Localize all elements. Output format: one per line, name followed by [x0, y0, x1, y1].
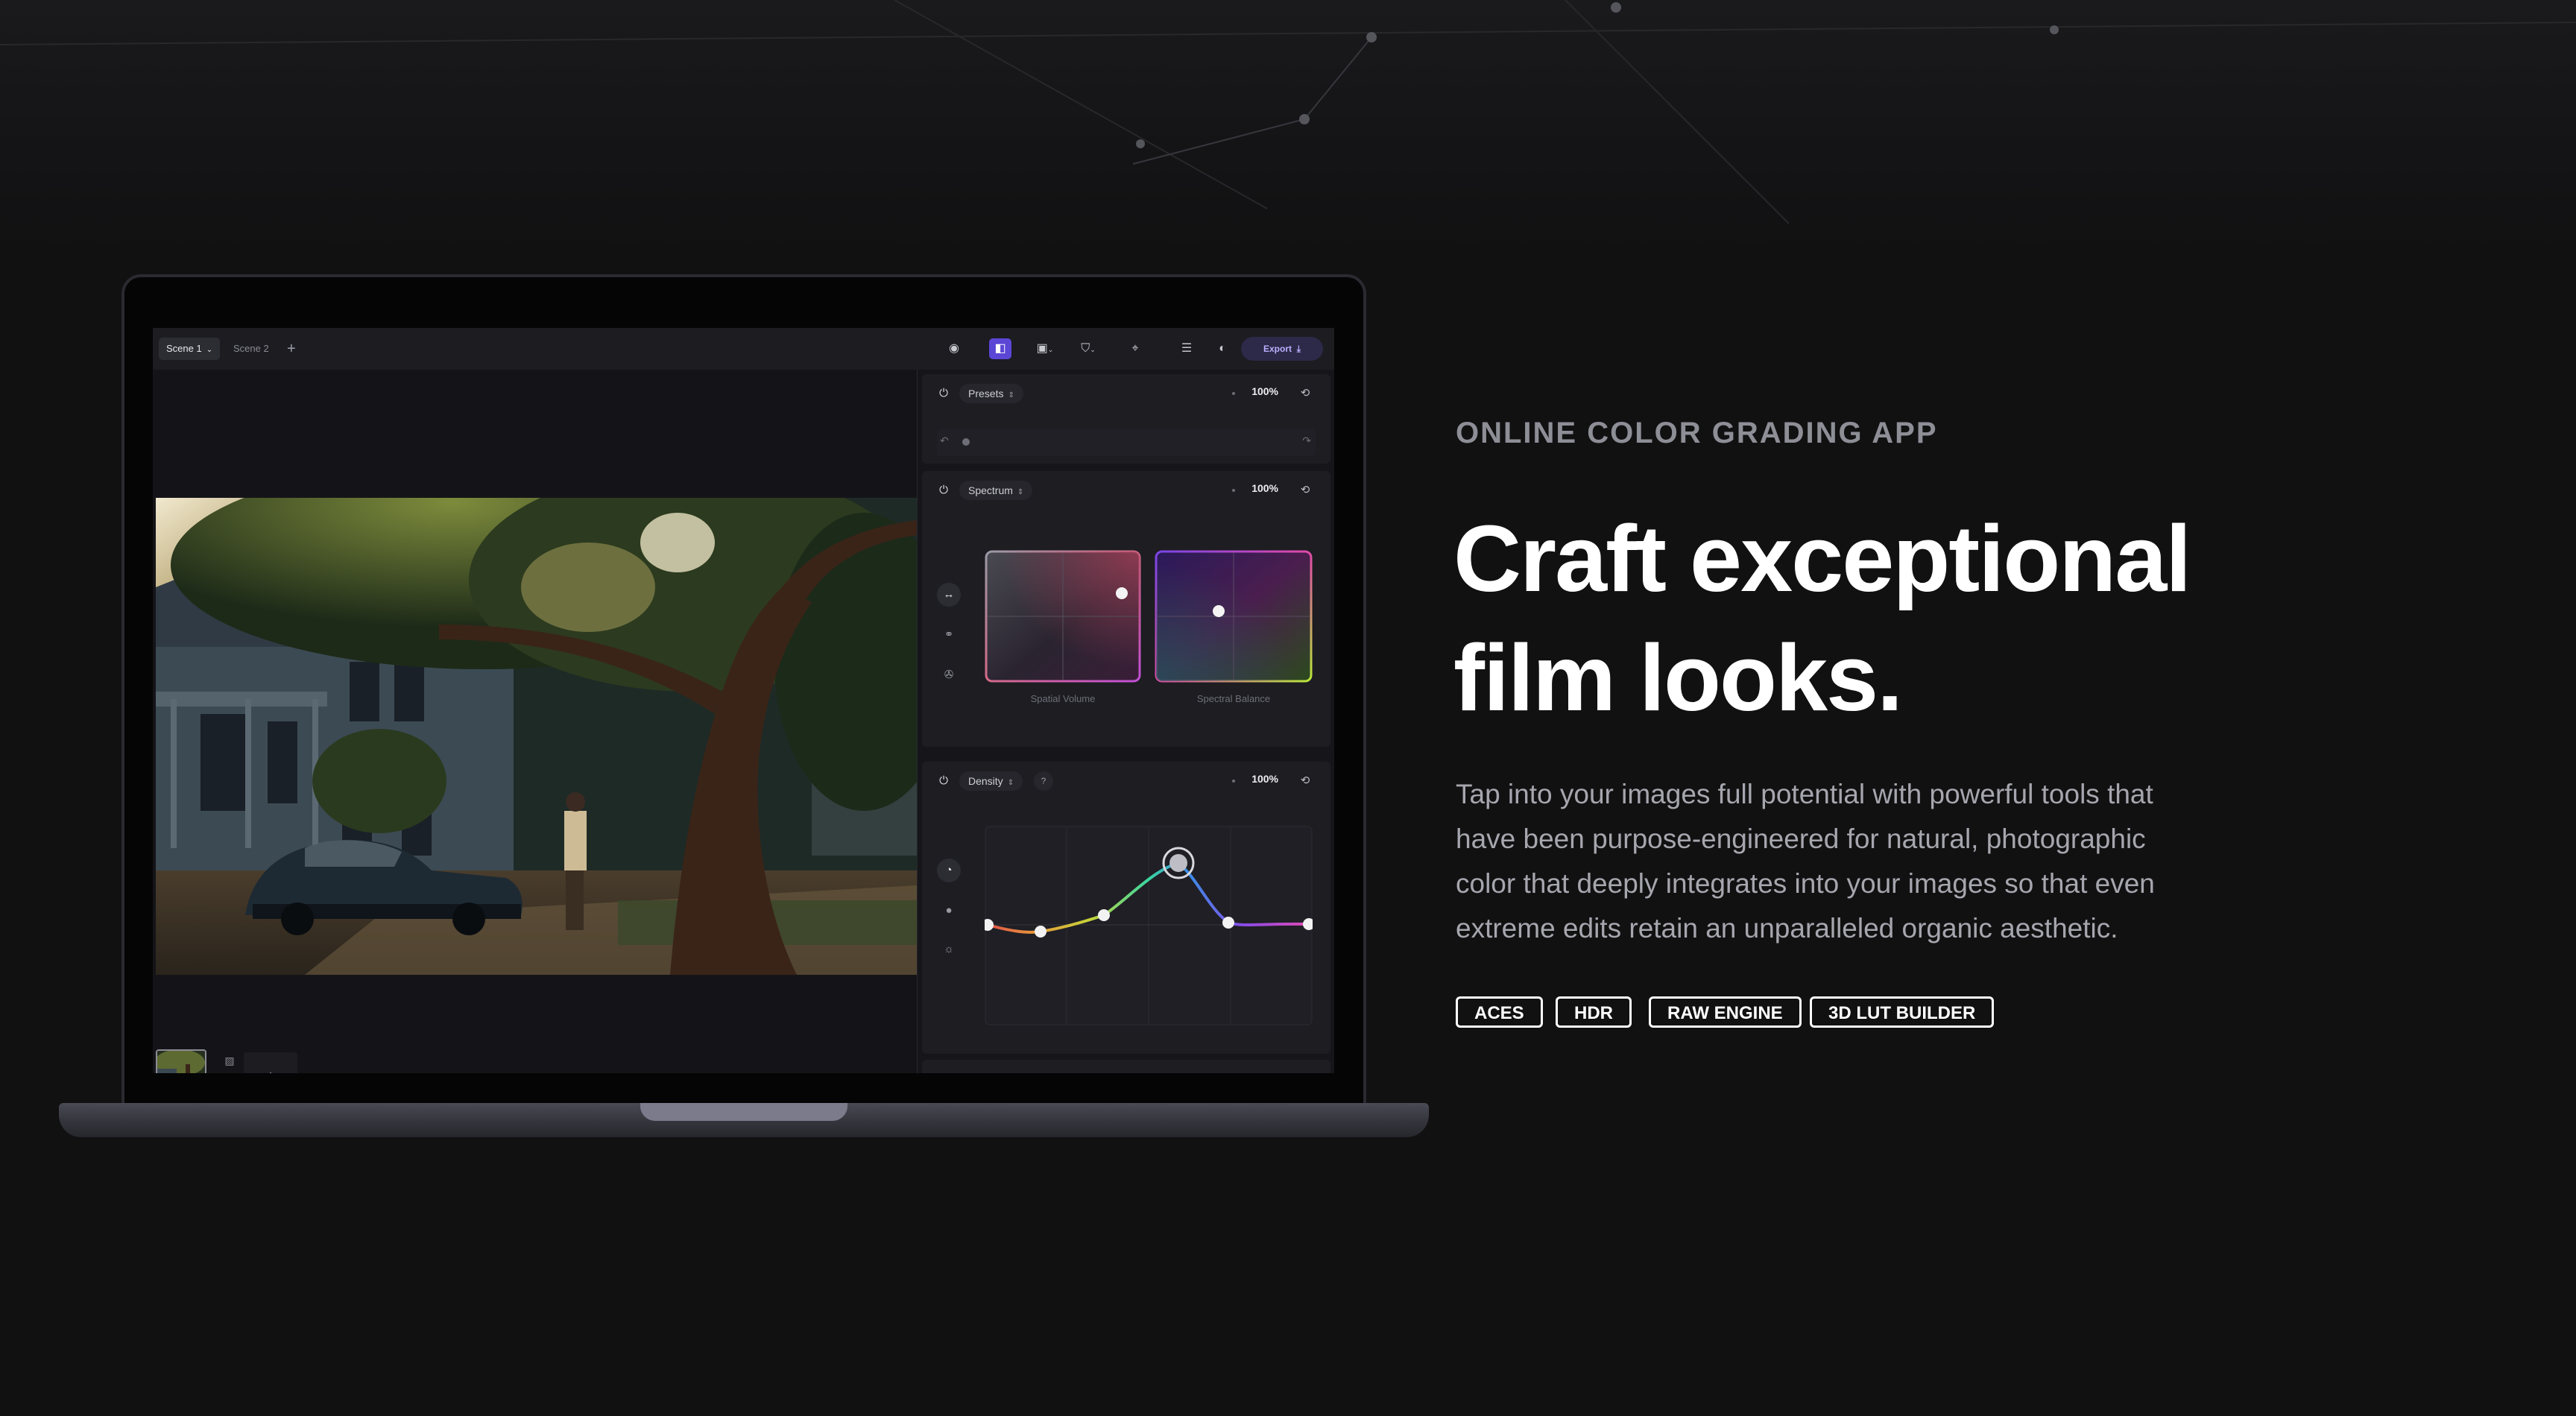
filmstrip-thumbnail[interactable] [156, 1049, 206, 1073]
next-panel-edge [922, 1060, 1330, 1073]
background-decoration [0, 0, 2576, 224]
spectral-balance-label: Spectral Balance [1196, 693, 1271, 704]
spectrum-panel-header: ⏻ Spectrum ⇕ 100% ⟲ [922, 471, 1330, 510]
slider-handle[interactable] [962, 438, 970, 446]
tab-scene-2[interactable]: Scene 2 [226, 338, 277, 360]
tag-aces: ACES [1456, 996, 1543, 1028]
spatial-volume-pad[interactable] [985, 550, 1141, 683]
presets-panel-header: ⏻ Presets ⇕ 100% ⟲ [922, 374, 1330, 413]
reset-icon[interactable]: ⟲ [1296, 385, 1314, 402]
download-icon: ⤓ [1296, 344, 1301, 354]
updown-icon: ⇕ [1008, 391, 1014, 399]
presets-percent[interactable]: 100% [1251, 385, 1278, 397]
density-panel-header: ⏻ Density ⇕ ? 100% ⟲ [922, 762, 1330, 800]
compare-icon[interactable]: ◧ [989, 338, 1011, 359]
pad-handle [1213, 605, 1225, 617]
contrast-icon[interactable]: ◐ [1211, 338, 1234, 359]
preview-photo [156, 498, 917, 975]
tag-3d-lut-builder: 3D LUT BUILDER [1810, 996, 1995, 1028]
density-panel: ⏻ Density ⇕ ? 100% ⟲ ◔ ● ☼ [922, 762, 1330, 1054]
pad-handle [1116, 587, 1128, 599]
body-description: Tap into your images full potential with… [1456, 779, 2155, 944]
spectrum-percent[interactable]: 100% [1251, 482, 1278, 494]
add-image-button[interactable]: + [244, 1052, 297, 1073]
intensity-dot [1232, 489, 1235, 492]
presets-title: Presets [968, 388, 1004, 399]
chevron-down-icon: ⌄ [206, 346, 213, 354]
headline: Craft exceptional film looks. [1453, 499, 2348, 738]
tab-scene-1[interactable]: Scene 1 ⌄ [159, 338, 221, 360]
image-icon[interactable]: ▨ [220, 1051, 239, 1070]
updown-icon: ⇕ [1007, 779, 1014, 787]
spectrum-dropdown[interactable]: Spectrum ⇕ [959, 481, 1033, 500]
shade-icon[interactable]: ● [937, 899, 961, 923]
reset-icon[interactable]: ⟲ [1296, 481, 1314, 499]
updown-icon: ⇕ [1017, 488, 1024, 496]
arrows-icon[interactable]: ↔ [937, 583, 961, 607]
spectrum-title: Spectrum [968, 484, 1013, 496]
export-label: Export [1263, 344, 1292, 354]
spatial-volume-label: Spatial Volume [1030, 693, 1096, 704]
sphere-icon[interactable]: ◉ [943, 338, 965, 359]
gauge-icon[interactable]: ◔ [937, 859, 961, 882]
add-tab-button[interactable]: + [280, 338, 303, 360]
filmstrip: ▨ ⊖ + [153, 1049, 917, 1073]
preset-slider[interactable]: ↶ ↷ [937, 429, 1316, 456]
sun-icon[interactable]: ☼ [937, 938, 961, 961]
power-icon[interactable]: ⏻ [935, 482, 952, 499]
tab-label: Scene 2 [233, 343, 269, 354]
help-button[interactable]: ? [1034, 771, 1053, 791]
snapshot-icon[interactable]: ▣⌄ [1034, 338, 1056, 359]
laptop-notch [640, 1103, 847, 1121]
presets-panel: ⏻ Presets ⇕ 100% ⟲ ↶ ↷ [922, 374, 1330, 464]
intensity-dot [1232, 392, 1235, 395]
eyebrow-label: ONLINE COLOR GRADING APP [1456, 417, 1938, 449]
density-percent[interactable]: 100% [1251, 773, 1278, 785]
app-screen: Scene 1 ⌄ Scene 2 + ◉ ◧ ▣⌄ ⛉⌄ ⌖ ☰ ◐ Expor… [153, 328, 1334, 1073]
export-button[interactable]: Export ⤓ [1241, 337, 1323, 361]
image-viewer[interactable]: ▨ ⊖ + [153, 370, 917, 1073]
thumbnail-image [157, 1051, 205, 1073]
adjustment-panels: ⏻ Presets ⇕ 100% ⟲ ↶ ↷ ⏻ Spectrum ⇕ 100%… [917, 370, 1334, 1073]
wheel-icon[interactable]: ✇ [937, 663, 961, 687]
spectrum-panel: ⏻ Spectrum ⇕ 100% ⟲ ↔ ⚭ ✇ Spatial Volume… [922, 471, 1330, 747]
undo-icon[interactable]: ↶ [940, 434, 949, 447]
intensity-dot [1232, 780, 1235, 783]
channels-icon[interactable]: ⚭ [937, 623, 961, 647]
density-dropdown[interactable]: Density ⇕ [959, 771, 1023, 791]
app-toolbar: Scene 1 ⌄ Scene 2 + ◉ ◧ ▣⌄ ⛉⌄ ⌖ ☰ ◐ Expor… [153, 328, 1334, 370]
density-title: Density [968, 775, 1003, 787]
redo-icon[interactable]: ↷ [1302, 434, 1311, 447]
headline-line-1: Craft exceptional [1453, 506, 2191, 611]
menu-icon[interactable]: ☰ [1175, 338, 1198, 359]
tab-label: Scene 1 [166, 343, 202, 354]
tag-hdr: HDR [1556, 996, 1632, 1028]
tag-raw-engine: RAW ENGINE [1649, 996, 1802, 1028]
spectral-balance-pad[interactable] [1155, 550, 1313, 683]
focus-icon[interactable]: ⌖ [1124, 338, 1146, 359]
power-icon[interactable]: ⏻ [935, 385, 952, 402]
reset-icon[interactable]: ⟲ [1296, 772, 1314, 790]
presets-dropdown[interactable]: Presets ⇕ [959, 384, 1023, 403]
mask-icon[interactable]: ⛉⌄ [1077, 338, 1099, 359]
headline-line-2: film looks. [1453, 625, 1903, 730]
power-icon[interactable]: ⏻ [935, 773, 952, 789]
density-curve-graph[interactable] [985, 826, 1313, 1027]
